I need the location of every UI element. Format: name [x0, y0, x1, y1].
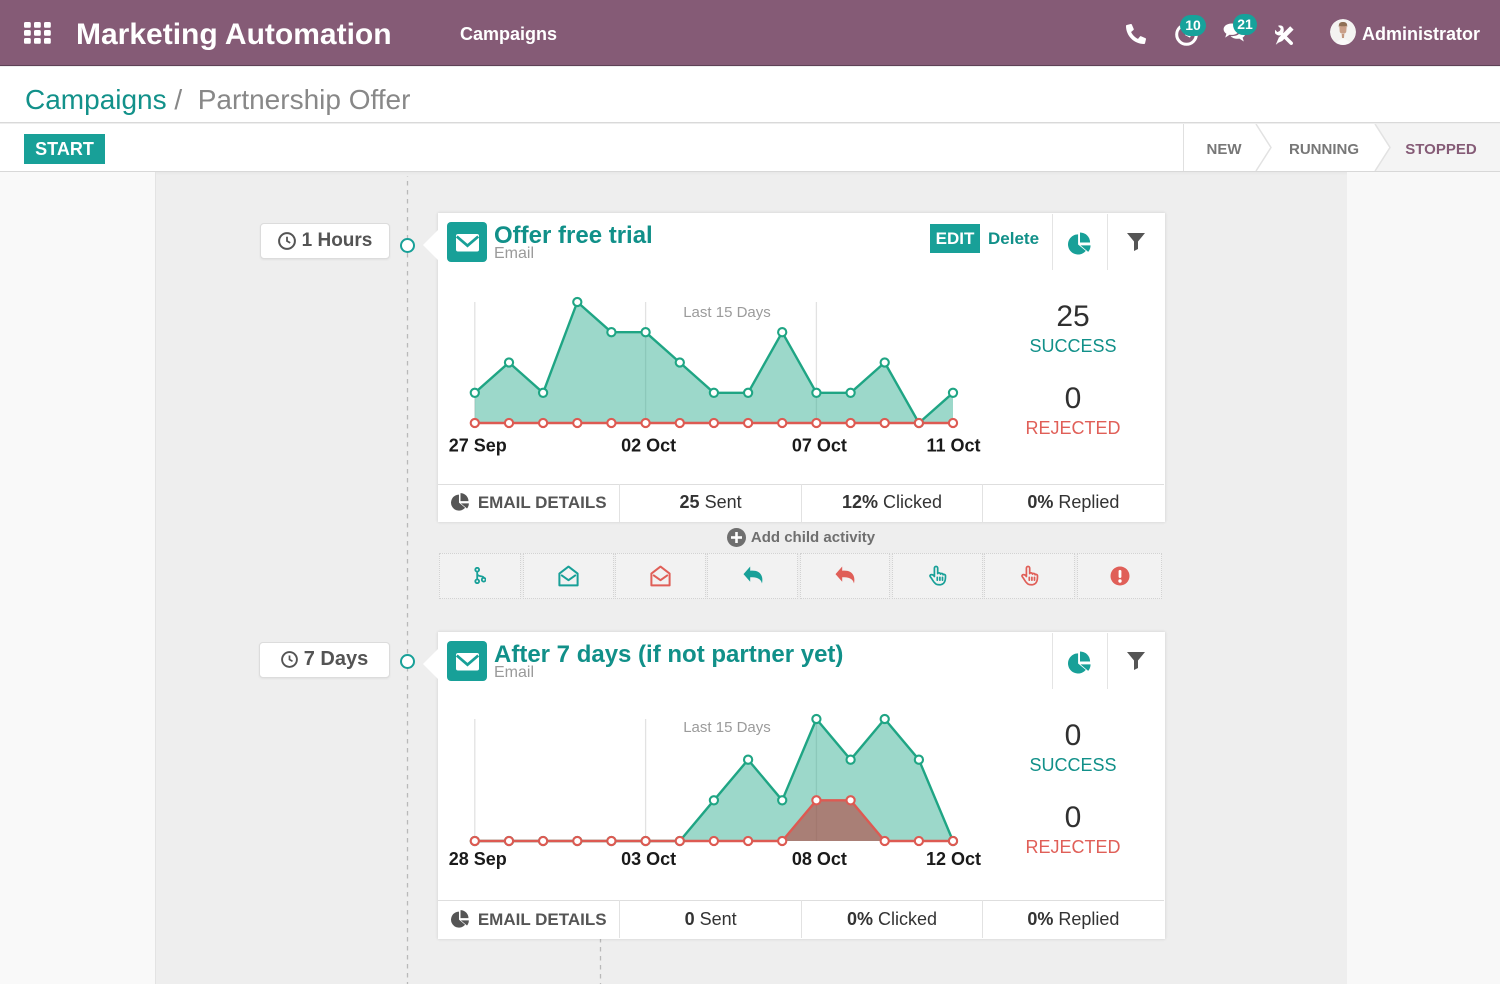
svg-text:08 Oct: 08 Oct [792, 849, 847, 869]
svg-text:Last 15 Days: Last 15 Days [683, 719, 771, 736]
svg-text:03 Oct: 03 Oct [621, 849, 676, 869]
svg-text:28 Sep: 28 Sep [449, 849, 507, 869]
svg-text:12 Oct: 12 Oct [926, 849, 981, 869]
svg-text:Last 15 Days: Last 15 Days [683, 304, 771, 321]
svg-text:RUNNING: RUNNING [1289, 141, 1359, 158]
svg-text:11 Oct: 11 Oct [926, 436, 980, 456]
svg-text:NEW: NEW [1207, 141, 1243, 158]
svg-text:07 Oct: 07 Oct [792, 436, 847, 456]
svg-text:STOPPED: STOPPED [1405, 141, 1477, 158]
svg-text:27 Sep: 27 Sep [449, 436, 507, 456]
svg-text:02 Oct: 02 Oct [621, 436, 676, 456]
